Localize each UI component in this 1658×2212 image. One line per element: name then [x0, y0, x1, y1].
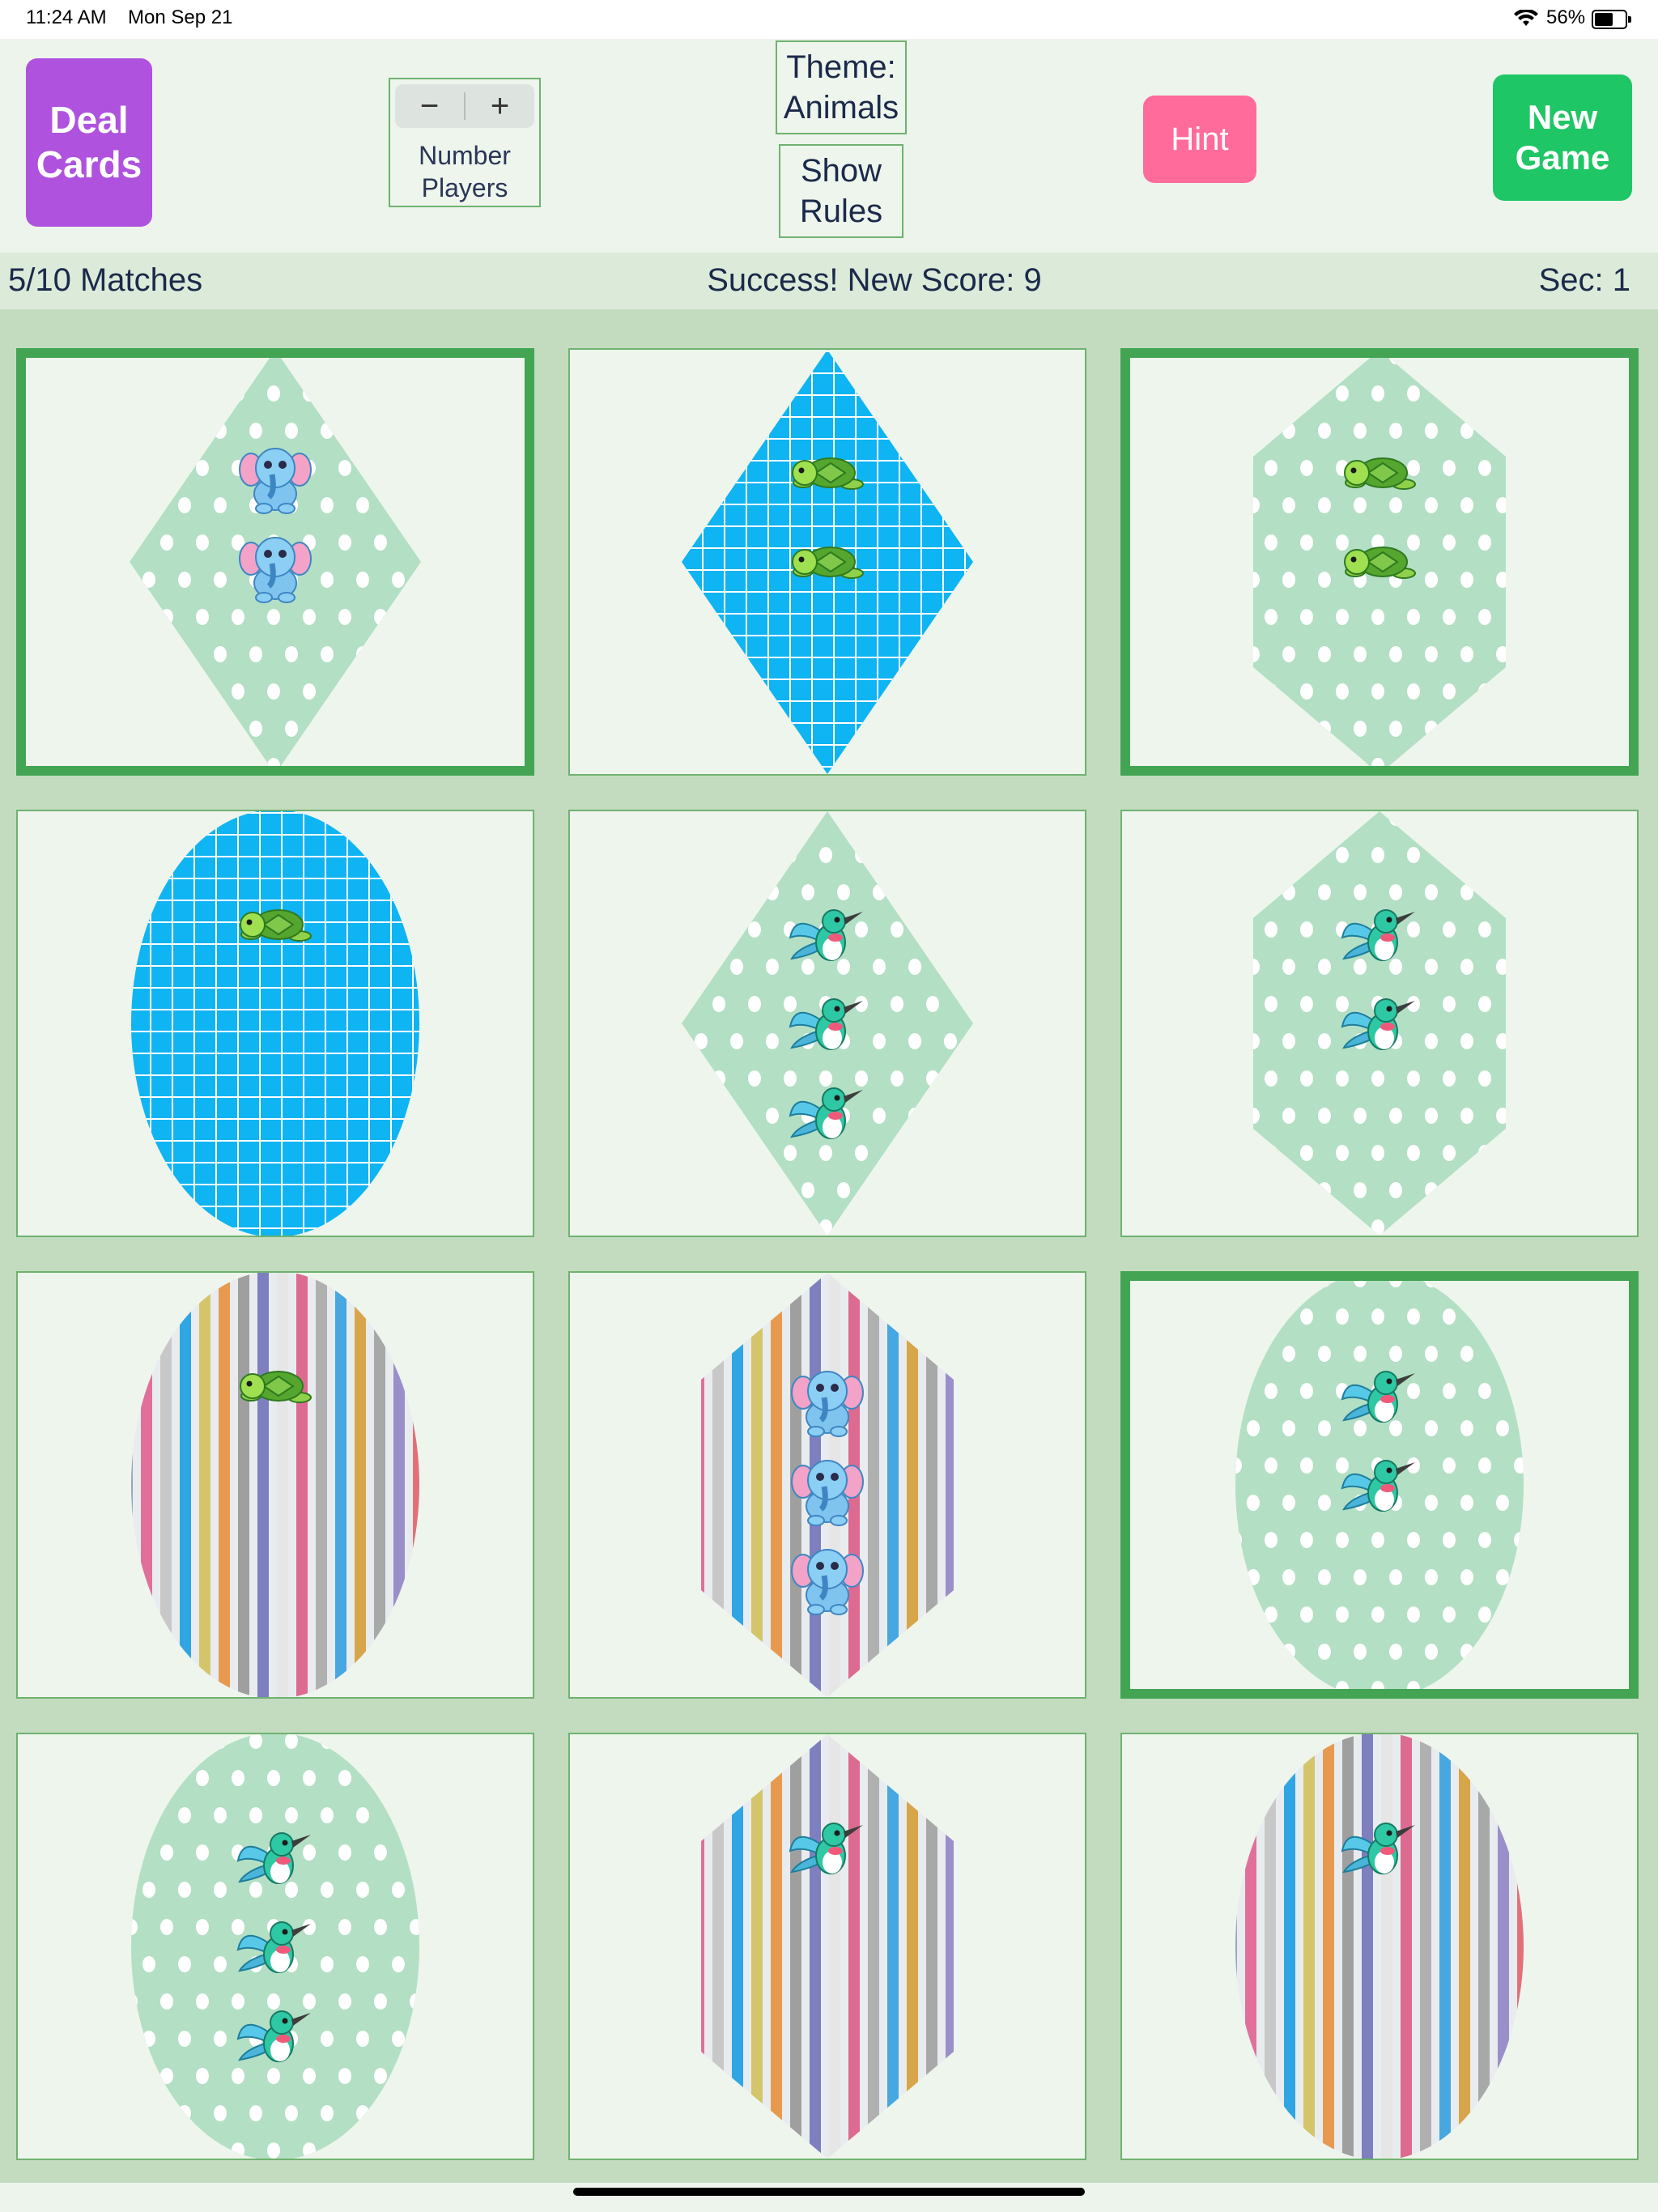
decrement-players-button[interactable]: −: [395, 84, 464, 128]
card[interactable]: [1120, 1271, 1639, 1699]
battery-icon: [1592, 10, 1631, 29]
card[interactable]: [16, 1733, 534, 2160]
card-face: [701, 1273, 954, 1697]
card-board: [0, 309, 1658, 2183]
wifi-icon: [1514, 10, 1538, 26]
card[interactable]: [568, 1271, 1086, 1699]
stripes-pattern: [1235, 1734, 1524, 2159]
timer: Sec: 1: [1538, 262, 1630, 298]
card-face: [1235, 1281, 1524, 1689]
card[interactable]: [1120, 1733, 1639, 2160]
card-face: [1235, 1734, 1524, 2159]
stripes-pattern: [131, 1273, 419, 1697]
status-date: Mon Sep 21: [128, 6, 233, 28]
card-face: [131, 1734, 419, 2159]
card[interactable]: [16, 348, 534, 776]
card[interactable]: [1120, 348, 1639, 776]
card-face: [682, 350, 973, 774]
stripes-pattern: [701, 1734, 954, 2159]
card-face: [131, 811, 419, 1236]
home-indicator[interactable]: [573, 2188, 1085, 2196]
grid-pattern: [131, 811, 419, 1236]
status-time: 11:24 AM: [26, 6, 107, 28]
card-face: [682, 811, 973, 1236]
number-players-label: Number Players: [419, 141, 511, 202]
card-face: [701, 1734, 954, 2159]
show-rules-button[interactable]: Show Rules: [779, 144, 903, 238]
new-game-button[interactable]: New Game: [1493, 74, 1632, 201]
status-bar: 11:24 AM Mon Sep 21 56%: [0, 0, 1658, 39]
card[interactable]: [568, 348, 1086, 776]
increment-players-button[interactable]: +: [466, 84, 534, 128]
card[interactable]: [568, 1733, 1086, 2160]
card-face: [130, 358, 421, 766]
card-face: [1253, 811, 1506, 1236]
battery-percent: 56%: [1546, 6, 1586, 28]
score-message: Success! New Score: 9: [707, 262, 1042, 298]
card[interactable]: [1120, 810, 1639, 1237]
card[interactable]: [568, 810, 1086, 1237]
message-container: Success! New Score: 9: [0, 262, 1658, 299]
toolbar: Deal Cards − + Number Players Theme: Animal…: [0, 39, 1658, 253]
deal-cards-button[interactable]: Deal Cards: [26, 58, 152, 227]
number-players-control: − + Number Players: [389, 78, 541, 207]
players-stepper: − +: [395, 84, 534, 128]
card[interactable]: [16, 1271, 534, 1699]
info-bar: 5/10 Matches Success! New Score: 9 Sec: …: [0, 253, 1658, 309]
elephant-group: [791, 1371, 864, 1615]
hint-button[interactable]: Hint: [1143, 96, 1256, 183]
card[interactable]: [16, 810, 534, 1237]
theme-button[interactable]: Theme: Animals: [776, 40, 907, 134]
card-face: [131, 1273, 419, 1697]
card-face: [1253, 358, 1506, 766]
